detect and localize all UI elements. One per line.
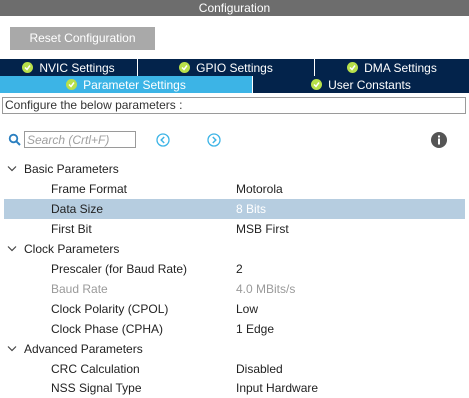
tab-nvic-settings[interactable]: NVIC Settings xyxy=(0,59,138,76)
group-label: Basic Parameters xyxy=(24,162,119,176)
tab-label: DMA Settings xyxy=(364,60,437,75)
group-clock-parameters[interactable]: Clock Parameters xyxy=(0,239,469,259)
chevron-down-icon[interactable] xyxy=(7,345,17,353)
param-row-frame-format[interactable]: Frame Format Motorola xyxy=(0,179,469,199)
param-row-nss-signal-type[interactable]: NSS Signal Type Input Hardware xyxy=(0,378,469,398)
tab-dma-settings[interactable]: DMA Settings xyxy=(315,59,469,76)
param-row-crc-calculation[interactable]: CRC Calculation Disabled xyxy=(0,359,469,379)
check-icon xyxy=(179,62,191,73)
tab-label: GPIO Settings xyxy=(196,60,273,75)
param-value[interactable]: 2 xyxy=(236,262,243,276)
param-row-data-size[interactable]: Data Size 8 Bits xyxy=(0,199,469,219)
group-label: Clock Parameters xyxy=(24,242,120,256)
param-value[interactable]: 1 Edge xyxy=(236,322,274,336)
chevron-down-icon[interactable] xyxy=(7,245,17,253)
window-title: Configuration xyxy=(0,0,469,16)
param-label: CRC Calculation xyxy=(51,362,140,376)
param-row-prescaler[interactable]: Prescaler (for Baud Rate) 2 xyxy=(0,259,469,279)
tab-user-constants[interactable]: User Constants xyxy=(253,76,469,93)
chevron-down-icon[interactable] xyxy=(7,165,17,173)
check-icon xyxy=(22,62,34,73)
param-value: 4.0 MBits/s xyxy=(236,282,296,296)
search-icon xyxy=(8,133,21,146)
reset-configuration-button[interactable]: Reset Configuration xyxy=(10,27,155,50)
param-value[interactable]: MSB First xyxy=(236,222,289,236)
tab-gpio-settings[interactable]: GPIO Settings xyxy=(138,59,315,76)
param-label: First Bit xyxy=(51,222,92,236)
param-label: Clock Polarity (CPOL) xyxy=(51,302,169,316)
param-row-baud-rate: Baud Rate 4.0 MBits/s xyxy=(0,279,469,299)
param-row-clock-phase[interactable]: Clock Phase (CPHA) 1 Edge xyxy=(0,319,469,339)
tab-label: Parameter Settings xyxy=(83,77,186,92)
param-label: Data Size xyxy=(51,202,104,216)
param-row-clock-polarity[interactable]: Clock Polarity (CPOL) Low xyxy=(0,299,469,319)
param-value[interactable]: 8 Bits xyxy=(236,202,266,216)
check-icon xyxy=(66,79,78,90)
tab-row-bottom: Parameter Settings User Constants xyxy=(0,76,469,93)
param-value[interactable]: Disabled xyxy=(236,362,283,376)
param-label: Prescaler (for Baud Rate) xyxy=(51,262,188,276)
param-value[interactable]: Input Hardware xyxy=(236,381,318,395)
description-text: Configure the below parameters : xyxy=(2,97,466,114)
param-label: Clock Phase (CPHA) xyxy=(51,322,164,336)
group-advanced-parameters[interactable]: Advanced Parameters xyxy=(0,339,469,359)
tab-label: NVIC Settings xyxy=(39,60,115,75)
param-row-first-bit[interactable]: First Bit MSB First xyxy=(0,219,469,239)
tab-parameter-settings[interactable]: Parameter Settings xyxy=(0,76,253,93)
check-icon xyxy=(347,62,359,73)
param-label: NSS Signal Type xyxy=(51,381,142,395)
param-label: Frame Format xyxy=(51,182,128,196)
check-icon xyxy=(311,79,323,90)
param-label: Baud Rate xyxy=(51,282,108,296)
group-label: Advanced Parameters xyxy=(24,342,143,356)
next-result-icon[interactable] xyxy=(207,133,221,147)
previous-result-icon[interactable] xyxy=(156,133,170,147)
param-value[interactable]: Motorola xyxy=(236,182,283,196)
search-input[interactable] xyxy=(24,131,136,148)
tab-row-top: NVIC Settings GPIO Settings DMA Settings xyxy=(0,59,469,76)
tab-label: User Constants xyxy=(328,77,411,92)
param-value[interactable]: Low xyxy=(236,302,258,316)
group-basic-parameters[interactable]: Basic Parameters xyxy=(0,159,469,179)
info-icon[interactable] xyxy=(431,132,447,148)
